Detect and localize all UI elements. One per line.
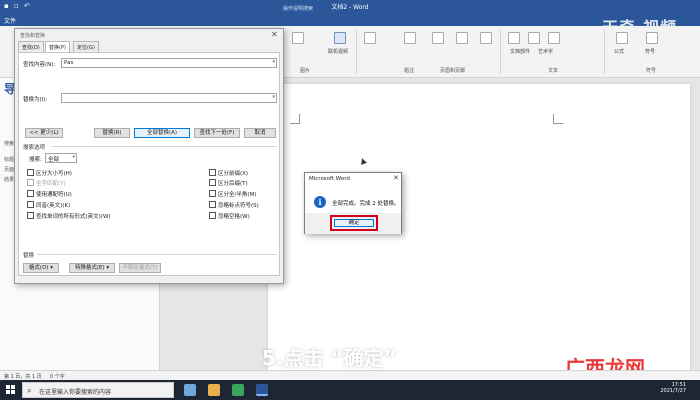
special-button[interactable]: 特殊格式(E) ▾	[69, 263, 115, 273]
cancel-button[interactable]: 取消	[244, 128, 276, 138]
status-bar: 第 1 页，共 1 页 0 个字	[0, 370, 700, 380]
chevron-down-icon[interactable]: ▾	[272, 59, 275, 65]
option-match-case[interactable]: 区分大小写(H)	[27, 169, 72, 177]
search-options-title: 搜索选项	[23, 145, 46, 151]
search-direction-select[interactable]: 全部 ▾	[45, 153, 77, 163]
highlight-box: 确定	[330, 215, 378, 231]
no-formatting-button[interactable]: 不限定格式(T)	[119, 263, 161, 273]
equation-icon[interactable]	[616, 32, 628, 44]
file-explorer-icon[interactable]	[208, 384, 220, 396]
tab-find[interactable]: 查找(D)	[18, 41, 44, 52]
replace-label: 替换为(I):	[23, 97, 48, 103]
find-next-button[interactable]: 查找下一处(F)	[194, 128, 240, 138]
replace-section-title: 替换	[23, 253, 35, 259]
find-input[interactable]: Pas ▾	[61, 58, 277, 68]
taskbar: ⌕ 在这里输入你要搜索的内容 17:51 2021/7/27	[0, 380, 700, 400]
message-box-title: Microsoft Word	[309, 176, 350, 182]
message-box: Microsoft Word ✕ i 全部完成。完成 2 处替换。 确定	[304, 172, 402, 234]
option-ignore-space[interactable]: 忽略空格(W)	[209, 212, 250, 220]
group-symbols: 符号	[646, 68, 657, 74]
clock[interactable]: 17:51 2021/7/27	[646, 382, 686, 394]
group-header-footer: 页眉和页脚	[440, 68, 466, 74]
dialog-title: 查找和替换	[20, 33, 46, 39]
close-icon[interactable]: ✕	[271, 30, 278, 39]
info-icon: i	[314, 196, 326, 208]
search-direction-value: 全部	[48, 157, 60, 163]
title-bar: ▪ ▫ ↶ 操作说明搜索 文档2 - Word	[0, 0, 700, 14]
browser-icon[interactable]	[232, 384, 244, 396]
task-view-icon[interactable]	[184, 384, 196, 396]
close-icon[interactable]: ✕	[393, 174, 399, 182]
wordart-label: 艺术字	[538, 49, 554, 55]
clock-date: 2021/7/27	[660, 388, 686, 394]
symbol-icon[interactable]	[646, 32, 658, 44]
search-icon: ⌕	[27, 386, 32, 395]
online-video-icon[interactable]	[334, 32, 346, 44]
quick-parts-label: 文档部件	[510, 49, 531, 55]
chevron-down-icon[interactable]: ▾	[72, 154, 75, 160]
nav-line[interactable]: 页面	[4, 166, 14, 173]
option-whole-word[interactable]: 全字匹配(Y)	[27, 179, 66, 187]
option-ignore-punct[interactable]: 忽略标点符号(S)	[209, 201, 259, 209]
message-box-footer: 确定	[305, 213, 401, 234]
option-wildcards[interactable]: 使用通配符(U)	[27, 190, 72, 198]
margin-marker	[553, 114, 563, 124]
option-width[interactable]: 区分全/半角(M)	[209, 190, 256, 198]
divider	[51, 146, 277, 147]
tutorial-caption: 5.点击 “确定”	[262, 346, 397, 370]
group-text: 文本	[548, 68, 559, 74]
quick-parts-icon[interactable]	[528, 32, 540, 44]
taskbar-search-box[interactable]: ⌕ 在这里输入你要搜索的内容	[22, 382, 174, 398]
nav-line[interactable]: 标题	[4, 156, 14, 163]
ok-button[interactable]: 确定	[334, 219, 374, 227]
divider	[37, 254, 277, 255]
ribbon-tabs: 文件	[0, 14, 700, 26]
online-video-label: 联机视频	[328, 49, 349, 55]
wordart-icon[interactable]	[548, 32, 560, 44]
replace-button[interactable]: 替换(R)	[94, 128, 130, 138]
word-count: 0 个字	[50, 374, 65, 380]
nav-line[interactable]: 搜索	[4, 140, 14, 147]
replace-all-button[interactable]: 全部替换(A)	[134, 128, 190, 138]
link-icon[interactable]	[364, 32, 376, 44]
group-comments: 题注	[404, 68, 415, 74]
taskbar-search-placeholder: 在这里输入你要搜索的内容	[39, 389, 112, 396]
start-icon[interactable]	[6, 385, 16, 395]
picture-icon[interactable]	[292, 32, 304, 44]
footer-icon[interactable]	[456, 32, 468, 44]
option-match-suffix[interactable]: 区分后缀(T)	[209, 179, 248, 187]
textbox-icon[interactable]	[508, 32, 520, 44]
tab-file[interactable]: 文件	[4, 16, 16, 25]
option-sounds-like[interactable]: 同音(英文)(K)	[27, 201, 70, 209]
less-button[interactable]: << 更少(L)	[25, 128, 63, 138]
ribbon-separator	[356, 29, 357, 74]
symbol-label: 符号	[645, 49, 656, 55]
ribbon-separator	[500, 29, 501, 74]
margin-marker	[290, 114, 300, 124]
ribbon-separator	[604, 29, 605, 74]
chevron-down-icon[interactable]: ▾	[272, 94, 275, 100]
replace-panel: 查找内容(N): Pas ▾ 替换为(I): ▾ << 更少(L) 替换(R) …	[18, 52, 280, 276]
comment-icon[interactable]	[404, 32, 416, 44]
header-icon[interactable]	[432, 32, 444, 44]
search-direction-label: 搜索:	[29, 157, 42, 163]
replace-input[interactable]: ▾	[61, 93, 277, 103]
find-value: Pas	[64, 60, 74, 66]
message-text: 全部完成。完成 2 处替换。	[332, 201, 400, 207]
find-replace-dialog: 查找和替换 ✕ 查找(D) 替换(P) 定位(G) 查找内容(N): Pas ▾…	[14, 28, 284, 284]
group-pictures: 图片	[300, 68, 311, 74]
option-match-prefix[interactable]: 区分前缀(X)	[209, 169, 248, 177]
option-word-forms[interactable]: 查找单词的所有形式(英文)(W)	[27, 212, 111, 220]
equation-label: 公式	[614, 49, 625, 55]
page-number-icon[interactable]	[480, 32, 492, 44]
nav-line[interactable]: 结果	[4, 176, 14, 183]
tab-goto[interactable]: 定位(G)	[73, 41, 99, 52]
window-title: 文档2 - Word	[331, 4, 369, 11]
page-count: 第 1 页，共 1 页	[4, 374, 42, 380]
word-app-icon[interactable]	[256, 384, 268, 396]
find-label: 查找内容(N):	[23, 62, 56, 68]
format-button[interactable]: 格式(O) ▾	[23, 263, 59, 273]
